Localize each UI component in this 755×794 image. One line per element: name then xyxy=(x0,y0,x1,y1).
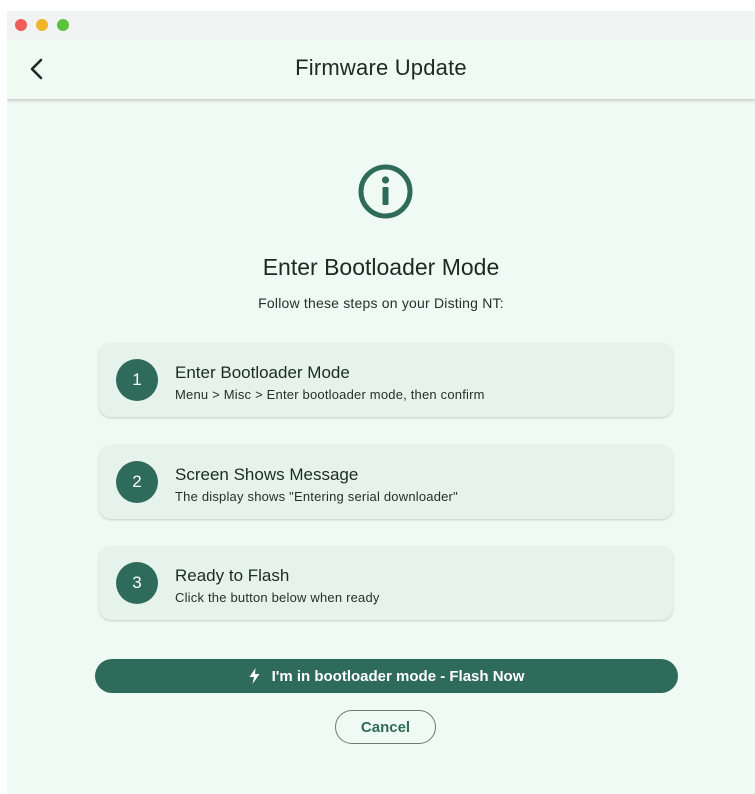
step-number-badge: 2 xyxy=(116,461,158,503)
lightning-bolt-icon xyxy=(249,668,260,684)
step-description: Menu > Misc > Enter bootloader mode, the… xyxy=(175,387,485,402)
app-window: Firmware Update Enter Bootloader Mode Fo… xyxy=(7,11,755,794)
step-card-3: 3 Ready to Flash Click the button below … xyxy=(99,546,673,620)
step-title: Ready to Flash xyxy=(175,566,290,585)
app-bar: Firmware Update xyxy=(7,39,755,99)
step-description: The display shows "Entering serial downl… xyxy=(175,489,458,504)
step-description: Click the button below when ready xyxy=(175,590,380,605)
step-card-1: 1 Enter Bootloader Mode Menu > Misc > En… xyxy=(99,343,673,417)
step-card-2: 2 Screen Shows Message The display shows… xyxy=(99,445,673,519)
cancel-label: Cancel xyxy=(360,718,411,736)
page-title: Firmware Update xyxy=(295,55,467,80)
section-heading: Enter Bootloader Mode xyxy=(262,254,500,280)
flash-now-label: I'm in bootloader mode - Flash Now xyxy=(271,667,525,685)
info-circle-icon xyxy=(358,164,413,219)
step-title: Screen Shows Message xyxy=(175,465,359,484)
cancel-button[interactable]: Cancel xyxy=(335,710,436,744)
section-subheading: Follow these steps on your Disting NT: xyxy=(258,295,504,311)
minimize-window-button[interactable] xyxy=(36,19,48,31)
window-titlebar xyxy=(7,11,755,39)
step-number-badge: 1 xyxy=(116,359,158,401)
flash-now-button[interactable]: I'm in bootloader mode - Flash Now xyxy=(95,659,678,693)
zoom-window-button[interactable] xyxy=(57,19,69,31)
step-title: Enter Bootloader Mode xyxy=(175,363,350,382)
step-number-badge: 3 xyxy=(116,562,158,604)
close-window-button[interactable] xyxy=(15,19,27,31)
